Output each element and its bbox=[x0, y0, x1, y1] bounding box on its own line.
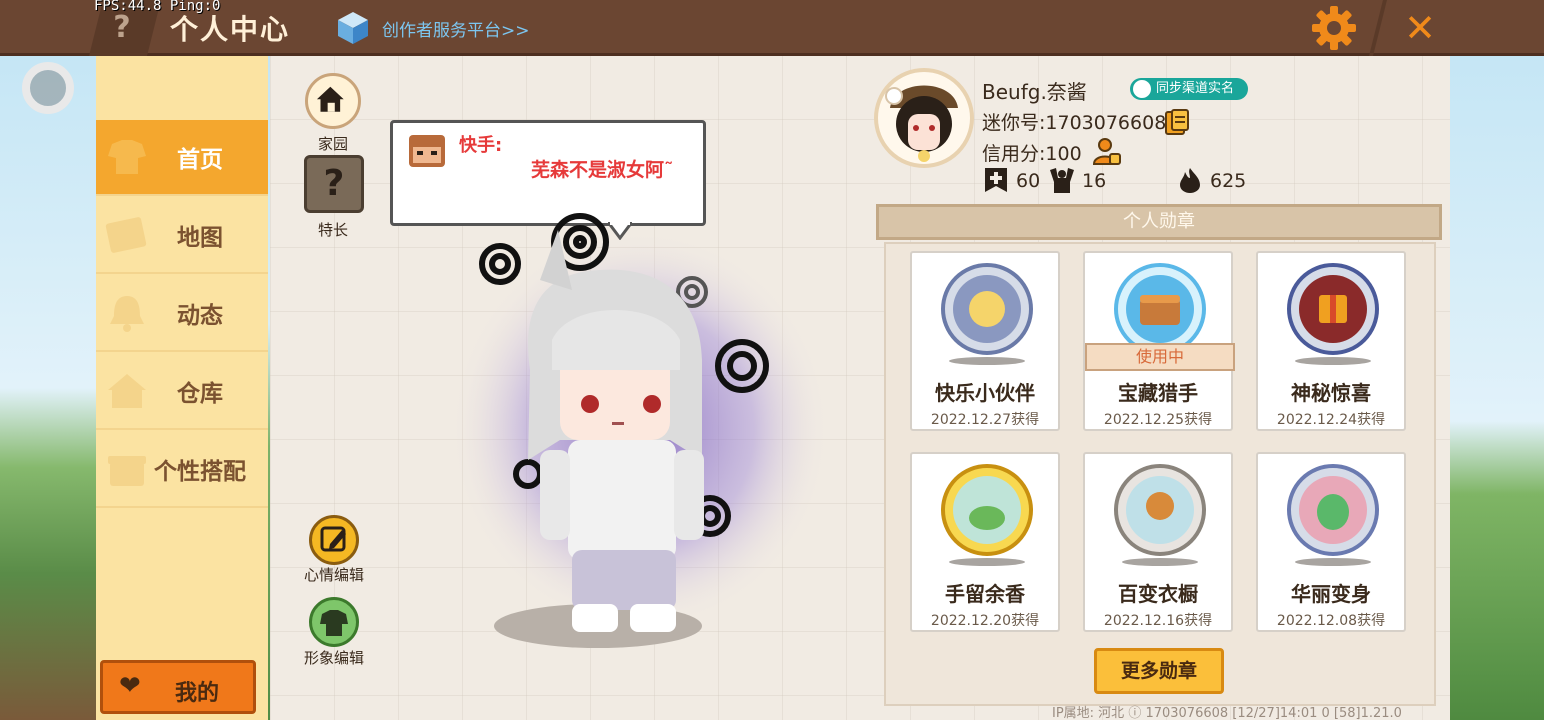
creator-platform-link[interactable]: 创作者服务平台>> bbox=[382, 16, 530, 41]
medal-date: 2022.12.25获得 bbox=[1103, 412, 1213, 428]
medal-icon bbox=[1287, 464, 1379, 566]
medal-date: 2022.12.24获得 bbox=[1276, 412, 1386, 428]
bookmark-plus-icon bbox=[985, 168, 1007, 192]
sidebar-item-outfit[interactable]: 个性搭配 bbox=[96, 432, 268, 508]
speaker-name: 快手: bbox=[459, 135, 503, 156]
sidebar-item-storage[interactable]: 仓库 bbox=[96, 354, 268, 430]
background-scenery-right bbox=[1450, 56, 1544, 720]
sidebar-item-label: 仓库 bbox=[177, 381, 223, 407]
header-bar: ? FPS:44.8 Ping:0 个人中心 创作者服务平台>> ✕ bbox=[0, 0, 1544, 56]
header-divider bbox=[1369, 0, 1387, 56]
realname-badge-label: 同步渠道实名 bbox=[1156, 81, 1235, 96]
medal-date: 2022.12.08获得 bbox=[1276, 613, 1386, 629]
sidebar-item-label: 首页 bbox=[177, 147, 223, 173]
copy-icon[interactable] bbox=[1164, 108, 1190, 136]
stat-plus-value: 60 bbox=[1016, 170, 1041, 192]
homeland-button[interactable] bbox=[305, 73, 361, 129]
medal-card[interactable]: 百变衣橱 2022.12.16获得 bbox=[1083, 452, 1233, 632]
skill-button[interactable]: ? bbox=[304, 155, 364, 213]
medal-icon bbox=[941, 263, 1033, 365]
mini-id: 迷你号:1703076608 bbox=[982, 112, 1167, 134]
avatar-edit-label: 形象编辑 bbox=[303, 649, 364, 667]
mine-label: 我的 bbox=[175, 681, 220, 706]
medal-date: 2022.12.27获得 bbox=[930, 412, 1040, 428]
mine-button[interactable]: ❤ 我的 bbox=[100, 660, 256, 714]
footer-info: IP属地: 河北 ⓘ 1703076608 [12/27]14:01 0 [58… bbox=[1052, 706, 1402, 720]
speech-message: 芜森不是淑女阿˜ bbox=[531, 159, 674, 181]
shirt-icon bbox=[108, 140, 146, 174]
medal-name: 百变衣橱 bbox=[1118, 582, 1198, 606]
bell-icon bbox=[110, 296, 144, 332]
help-icon[interactable]: ? bbox=[108, 10, 136, 46]
sidebar-item-label: 地图 bbox=[177, 225, 223, 251]
edit-icon bbox=[320, 526, 346, 552]
skill-label: 特长 bbox=[317, 221, 348, 239]
medal-card[interactable]: 神秘惊喜 2022.12.24获得 bbox=[1256, 251, 1406, 431]
house-icon bbox=[316, 86, 344, 112]
medal-icon bbox=[1287, 263, 1379, 365]
medal-icon bbox=[941, 464, 1033, 566]
gear-icon[interactable] bbox=[1310, 4, 1358, 52]
mood-edit-label: 心情编辑 bbox=[303, 566, 364, 584]
medal-name: 华丽变身 bbox=[1291, 582, 1371, 606]
medal-card[interactable]: 华丽变身 2022.12.08获得 bbox=[1256, 452, 1406, 632]
medal-name: 宝藏猎手 bbox=[1118, 381, 1198, 405]
medal-name: 神秘惊喜 bbox=[1291, 381, 1371, 405]
realname-badge[interactable]: 同步渠道实名 bbox=[1130, 78, 1248, 100]
sidebar-item-label: 动态 bbox=[177, 303, 223, 329]
mood-edit-button[interactable] bbox=[309, 515, 359, 565]
medal-date: 2022.12.20获得 bbox=[930, 613, 1040, 629]
medal-name: 手留余香 bbox=[945, 582, 1025, 606]
stat-heat-value: 625 bbox=[1210, 170, 1247, 192]
close-icon[interactable]: ✕ bbox=[1400, 8, 1440, 48]
page-title: 个人中心 bbox=[170, 13, 291, 46]
player-character-avatar[interactable] bbox=[440, 200, 840, 660]
question-icon: ? bbox=[323, 163, 345, 204]
cube-icon[interactable] bbox=[336, 10, 370, 46]
sidebar-item-label: 个性搭配 bbox=[154, 459, 246, 485]
in-use-tag: 使用中 bbox=[1085, 343, 1235, 371]
record-button[interactable] bbox=[22, 62, 74, 114]
user-icon bbox=[1133, 80, 1151, 98]
medal-icon bbox=[1114, 464, 1206, 566]
sidebar: 首页 地图 动态 仓库 个性搭配 ❤ 我的 bbox=[96, 56, 268, 720]
house-icon bbox=[108, 374, 146, 408]
credit-user-icon[interactable] bbox=[1092, 136, 1122, 166]
outfit-icon bbox=[320, 610, 348, 636]
speaker-avatar-icon bbox=[409, 135, 445, 167]
sidebar-item-map[interactable]: 地图 bbox=[96, 198, 268, 274]
medals-header: 个人勋章 bbox=[876, 204, 1442, 240]
fire-icon bbox=[1180, 168, 1200, 193]
medal-card[interactable]: 使用中 宝藏猎手 2022.12.25获得 bbox=[1083, 251, 1235, 431]
homeland-label: 家园 bbox=[317, 135, 348, 153]
sidebar-item-home[interactable]: 首页 bbox=[96, 120, 268, 196]
sidebar-item-feed[interactable]: 动态 bbox=[96, 276, 268, 352]
background-scenery-left bbox=[0, 56, 96, 720]
medal-card[interactable]: 手留余香 2022.12.20获得 bbox=[910, 452, 1060, 632]
gift-icon bbox=[108, 456, 146, 486]
medal-date: 2022.12.16获得 bbox=[1103, 613, 1213, 629]
fans-icon bbox=[1050, 168, 1074, 193]
medal-name: 快乐小伙伴 bbox=[935, 381, 1035, 405]
medal-card[interactable]: 快乐小伙伴 2022.12.27获得 bbox=[910, 251, 1060, 431]
username: Beufg.奈酱 bbox=[982, 80, 1087, 104]
more-medals-button[interactable]: 更多勋章 bbox=[1094, 648, 1224, 694]
heart-icon: ❤ bbox=[119, 671, 141, 701]
stat-fans-value: 16 bbox=[1082, 170, 1107, 192]
avatar-edit-button[interactable] bbox=[309, 597, 359, 647]
credit-score: 信用分:100 bbox=[982, 143, 1082, 165]
profile-avatar[interactable] bbox=[872, 66, 976, 170]
map-icon bbox=[105, 217, 147, 253]
